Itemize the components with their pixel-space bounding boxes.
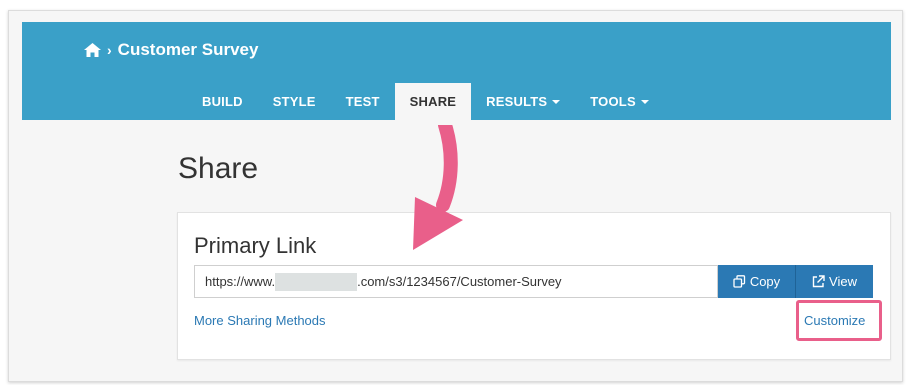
customize-link[interactable]: Customize [804, 313, 865, 328]
caret-down-icon [640, 99, 649, 104]
tab-style[interactable]: STYLE [258, 83, 331, 120]
survey-nav: BUILD STYLE TEST SHARE RESULTS TOOLS [187, 83, 664, 120]
caret-down-icon [552, 99, 561, 104]
home-icon[interactable] [84, 43, 101, 57]
survey-link-input[interactable]: https://www. .com/s3/1234567/Customer-Su… [194, 265, 718, 298]
copy-button[interactable]: Copy [718, 265, 796, 298]
primary-link-card: Primary Link https://www. .com/s3/123456… [177, 212, 891, 360]
tab-test[interactable]: TEST [331, 83, 395, 120]
more-sharing-methods-link[interactable]: More Sharing Methods [194, 313, 326, 328]
chevron-right-icon: › [107, 42, 112, 58]
external-link-icon [812, 275, 825, 288]
redacted-domain [275, 272, 358, 291]
view-button[interactable]: View [796, 265, 873, 298]
copy-icon [733, 275, 745, 288]
annotation-arrow-icon [413, 125, 463, 250]
tab-results[interactable]: RESULTS [471, 83, 575, 120]
tab-tools[interactable]: TOOLS [575, 83, 664, 120]
primary-link-title: Primary Link [194, 233, 317, 258]
survey-title: Customer Survey [117, 40, 259, 59]
tab-share[interactable]: SHARE [394, 83, 472, 120]
tab-build[interactable]: BUILD [187, 83, 258, 120]
breadcrumb: › Customer Survey [84, 40, 258, 60]
page-title: Share [178, 152, 259, 185]
survey-header: › Customer Survey BUILD STYLE TEST SHARE… [22, 22, 891, 120]
